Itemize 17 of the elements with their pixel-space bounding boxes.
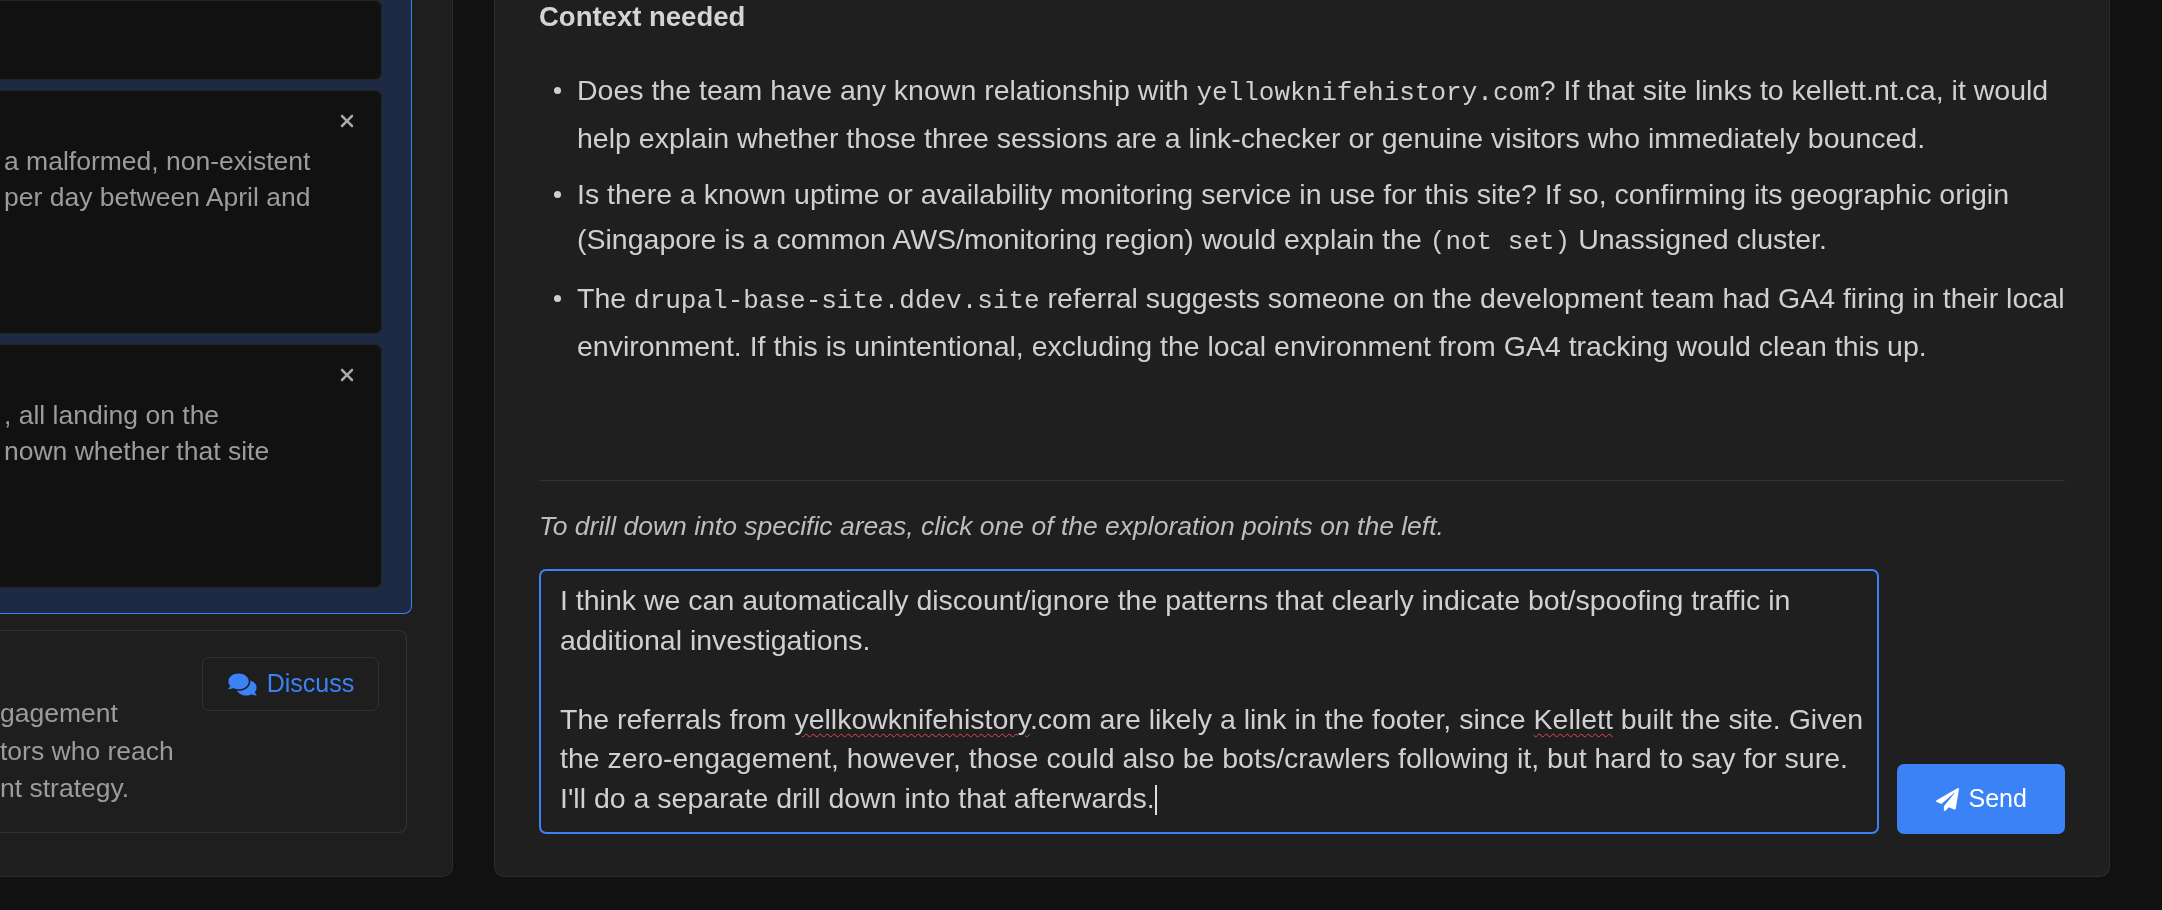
bullet-text: Does the team have any known relationship with yellowknifehistory.com? If that site links to kellett.nt.ca, it would help explain whether those three sessions are a link-checker or genuine visitors who immediately bounced. [577,73,2050,156]
discuss-button[interactable]: Discuss [202,657,379,711]
card-text: gagement tors who reach nt strategy. [0,697,175,805]
hint-text: To drill down into specific areas, click one of the exploration points on the left. [539,511,1445,541]
chat-bubbles-icon [226,671,258,697]
bullet-icon [554,295,561,302]
message-input-field[interactable]: I think we can automatically discount/ignore the patterns that clearly indicate bot/spoofing traffic in additional investigations. The referrals from yellkowknifehistory.com are likely a link in the footer, since Kellett built the site. Given the zero-engagement, however, those could also be bots/crawlers following it, but hard to say for sure. I'll do a separate drill down into that afterwards. [539,569,1880,834]
card-text: , all landing on the nown whether that site [3,399,271,468]
bullet-text: Is there a known uptime or availability monitoring service in use for this site? If so, confirming its geographic origin (Singapore is a common AWS/monitoring region) would explain the (not set) Unassigned cluster. [577,177,2010,259]
text-cursor-icon [1154,784,1157,815]
send-button[interactable]: Send [1897,764,2065,834]
bullet-text: The drupal-base-site.ddev.site referral suggests someone on the development team had GA4 firing in their local environment. If this is unintentional, excluding the local environment from GA4 tracking would clean this up. [577,281,2065,364]
bullet-icon [554,87,561,94]
bullet-icon [554,191,561,198]
paper-plane-icon [1935,787,1959,811]
section-heading: Context needed [539,1,747,33]
card-text: a malformed, non-existent per day between April and [3,145,312,214]
